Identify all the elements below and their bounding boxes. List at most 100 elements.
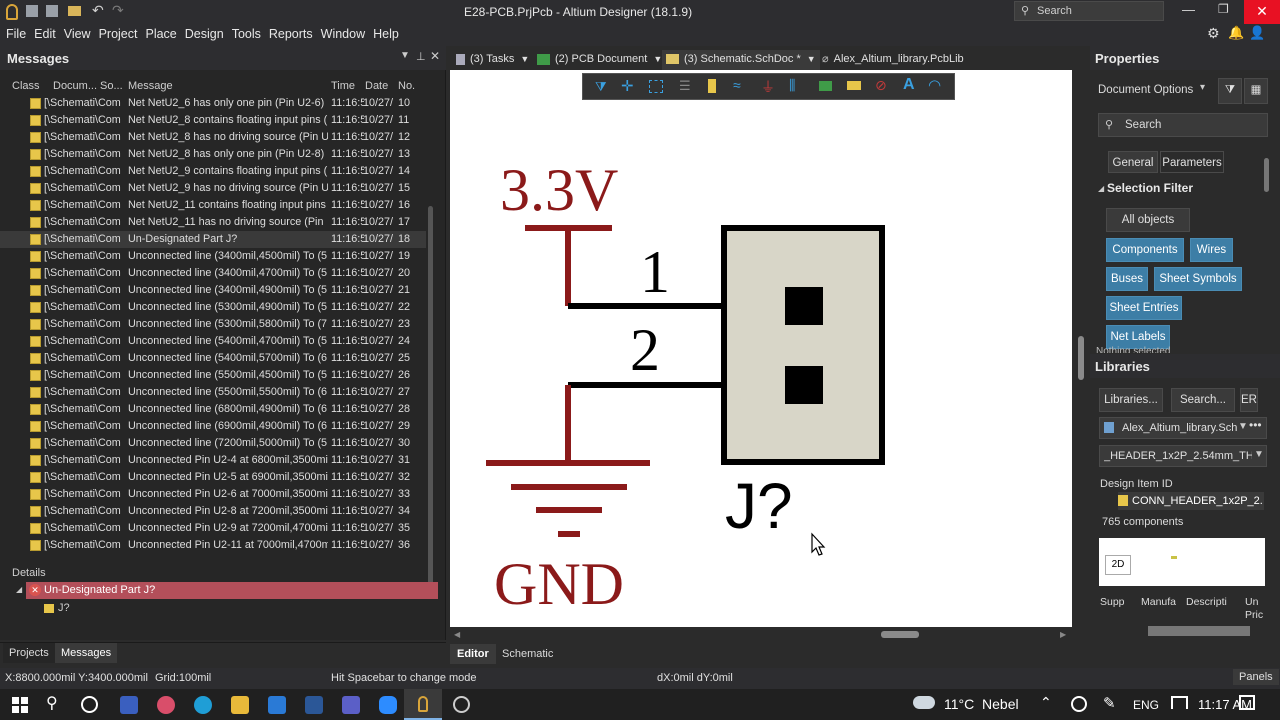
taskbar-zoom-icon[interactable] bbox=[379, 696, 397, 714]
minimize-button[interactable]: — bbox=[1182, 2, 1195, 17]
message-row[interactable]: [\Schemati\Com Net NetU2_8 contains float… bbox=[0, 112, 426, 129]
menu-edit[interactable]: Edit bbox=[30, 24, 60, 44]
tab-tasks[interactable]: (3) Tasks ▼ bbox=[456, 50, 529, 70]
redo-icon[interactable]: ↷ bbox=[112, 2, 124, 19]
footprint-select[interactable]: _HEADER_1x2P_2.54mm_THT ▼ bbox=[1099, 445, 1267, 467]
directive-icon[interactable]: ⊘ bbox=[875, 77, 887, 94]
parts-horizontal-scrollbar[interactable] bbox=[1148, 626, 1250, 636]
col-date[interactable]: Date bbox=[365, 80, 388, 92]
port-tool-icon[interactable] bbox=[847, 81, 861, 90]
message-row[interactable]: [\Schemati\Com Unconnected Pin U2-8 at 72… bbox=[0, 503, 426, 520]
message-row[interactable]: [\Schemati\Com Unconnected Pin U2-11 at 7… bbox=[0, 537, 426, 554]
col-supplier[interactable]: Supp bbox=[1100, 596, 1125, 608]
filter-wires[interactable]: Wires bbox=[1190, 238, 1233, 262]
filter-components[interactable]: Components bbox=[1106, 238, 1184, 262]
editor-tab-schematic[interactable]: Schematic bbox=[502, 644, 553, 664]
properties-search[interactable]: ⚲ Search bbox=[1098, 113, 1268, 137]
message-row[interactable]: [\Schemati\Com Unconnected Pin U2-5 at 69… bbox=[0, 469, 426, 486]
messages-scrollbar[interactable] bbox=[428, 206, 433, 586]
col-description[interactable]: Descripti bbox=[1186, 596, 1232, 608]
h-scroll-thumb[interactable] bbox=[881, 631, 919, 638]
col-time[interactable]: Time bbox=[331, 80, 355, 92]
menu-tools[interactable]: Tools bbox=[228, 24, 265, 44]
filter-sheet-entries[interactable]: Sheet Entries bbox=[1106, 296, 1182, 320]
filter-icon[interactable]: ⧩ bbox=[595, 79, 607, 95]
doc-options-dropdown-icon[interactable]: ▾ bbox=[1200, 82, 1205, 93]
user-icon[interactable]: 👤 bbox=[1249, 25, 1265, 41]
menu-view[interactable]: View bbox=[60, 24, 95, 44]
chevron-down-icon[interactable]: ▼ bbox=[807, 54, 816, 64]
v-scroll-thumb[interactable] bbox=[1078, 336, 1084, 380]
message-row[interactable]: [\Schemati\Com Net NetU2_6 has only one p… bbox=[0, 95, 426, 112]
col-manufacturer[interactable]: Manufa bbox=[1141, 596, 1176, 608]
properties-scrollbar[interactable] bbox=[1264, 158, 1269, 192]
message-row[interactable]: [\Schemati\Com Unconnected Pin U2-4 at 68… bbox=[0, 452, 426, 469]
windows-start-icon[interactable] bbox=[12, 697, 28, 713]
library-search-button[interactable]: Search... bbox=[1171, 388, 1235, 412]
message-row[interactable]: [\Schemati\Com Net NetU2_9 has no driving… bbox=[0, 180, 426, 197]
save-all-icon[interactable] bbox=[46, 5, 58, 17]
component-tool-icon[interactable] bbox=[708, 79, 716, 93]
undo-icon[interactable]: ↶ bbox=[92, 2, 104, 19]
taskbar-search-icon[interactable]: ⚲ bbox=[46, 693, 58, 713]
tray-chevron-up-icon[interactable]: ⌃ bbox=[1040, 694, 1052, 711]
message-row[interactable]: [\Schemati\Com Net NetU2_8 has no driving… bbox=[0, 129, 426, 146]
col-document[interactable]: Docum... bbox=[53, 80, 97, 92]
global-search[interactable]: ⚲ Search bbox=[1014, 1, 1164, 21]
taskbar-app-other-icon[interactable] bbox=[453, 696, 470, 713]
library-select[interactable]: Alex_Altium_library.Sch ▼ bbox=[1099, 417, 1267, 439]
message-row[interactable]: [\Schemati\Com Unconnected line (3400mil,… bbox=[0, 265, 426, 282]
message-row[interactable]: [\Schemati\Com Unconnected line (5300mil,… bbox=[0, 316, 426, 333]
scroll-left-icon[interactable]: ◀ bbox=[454, 630, 460, 639]
taskbar-mail-icon[interactable] bbox=[268, 696, 286, 714]
open-icon[interactable] bbox=[68, 6, 81, 16]
message-row[interactable]: [\Schemati\Com Unconnected line (5300mil,… bbox=[0, 299, 426, 316]
power-tool-icon[interactable]: ⏚ bbox=[761, 77, 775, 97]
panel-close-icon[interactable]: ✕ bbox=[430, 49, 440, 63]
panel-tab-messages[interactable]: Messages bbox=[55, 643, 118, 663]
collapse-icon[interactable]: ◢ bbox=[1098, 184, 1104, 193]
taskbar-app-paint-icon[interactable] bbox=[157, 696, 175, 714]
settings-gear-icon[interactable]: ⚙ bbox=[1207, 25, 1220, 42]
library-more-icon[interactable]: ••• bbox=[1249, 418, 1262, 432]
sheet-symbol-icon[interactable] bbox=[819, 81, 832, 91]
message-row[interactable]: [\Schemati\Com Net NetU2_11 contains floa… bbox=[0, 197, 426, 214]
filter-all-objects[interactable]: All objects bbox=[1106, 208, 1190, 232]
canvas-horizontal-scrollbar[interactable]: ◀ ▶ bbox=[450, 627, 1072, 643]
text-tool-icon[interactable]: A bbox=[903, 76, 915, 94]
filter-buses[interactable]: Buses bbox=[1106, 267, 1148, 291]
align-icon[interactable]: ☰ bbox=[679, 78, 691, 94]
tab-schematic[interactable]: (3) Schematic.SchDoc * ▼ bbox=[662, 50, 820, 70]
panel-tab-projects[interactable]: Projects bbox=[3, 643, 55, 663]
tab-general[interactable]: General bbox=[1108, 151, 1158, 173]
scroll-right-icon[interactable]: ▶ bbox=[1060, 630, 1066, 639]
panel-menu-icon[interactable]: ▼ bbox=[400, 50, 410, 61]
taskbar-teams-icon[interactable] bbox=[342, 696, 360, 714]
close-button[interactable]: ✕ bbox=[1244, 0, 1280, 24]
menu-place[interactable]: Place bbox=[141, 24, 180, 44]
er-button[interactable]: ER bbox=[1240, 388, 1258, 412]
message-row[interactable]: [\Schemati\Com Unconnected line (3400mil,… bbox=[0, 248, 426, 265]
chevron-down-icon[interactable]: ▼ bbox=[520, 54, 529, 64]
bus-tool-icon[interactable]: ⫼ bbox=[789, 77, 795, 94]
taskbar-app-security-icon[interactable] bbox=[120, 696, 138, 714]
weather-text[interactable]: 11°C Nebel bbox=[944, 696, 1019, 712]
notifications-icon[interactable] bbox=[1239, 695, 1255, 710]
message-row[interactable]: [\Schemati\Com Un-Designated Part J? 11:16… bbox=[0, 231, 426, 248]
message-row[interactable]: [\Schemati\Com Unconnected line (5500mil,… bbox=[0, 367, 426, 384]
col-source[interactable]: So... bbox=[100, 80, 123, 92]
message-row[interactable]: [\Schemati\Com Unconnected line (6800mil,… bbox=[0, 401, 426, 418]
expand-arrow-icon[interactable]: ◢ bbox=[16, 585, 22, 594]
col-unit-price[interactable]: Un Pric bbox=[1245, 596, 1267, 622]
view-2d-button[interactable]: 2D bbox=[1105, 555, 1131, 575]
col-class[interactable]: Class bbox=[12, 80, 40, 92]
message-row[interactable]: [\Schemati\Com Unconnected line (3400mil,… bbox=[0, 282, 426, 299]
col-message[interactable]: Message bbox=[128, 80, 173, 92]
message-row[interactable]: [\Schemati\Com Unconnected line (5400mil,… bbox=[0, 350, 426, 367]
taskbar-explorer-icon[interactable] bbox=[231, 696, 249, 714]
menu-window[interactable]: Window bbox=[317, 24, 369, 44]
cortana-icon[interactable] bbox=[81, 696, 98, 713]
tab-pcblib[interactable]: ⌀ Alex_Altium_library.PcbLib bbox=[822, 50, 964, 70]
select-mask-button[interactable]: ▦ bbox=[1244, 78, 1268, 104]
menu-project[interactable]: Project bbox=[95, 24, 142, 44]
